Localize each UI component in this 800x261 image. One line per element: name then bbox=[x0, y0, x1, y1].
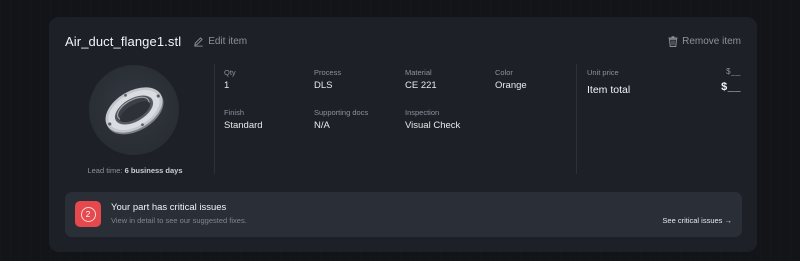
spec-label: Inspection bbox=[405, 108, 440, 117]
spec-supporting-docs: Supporting docs N/A bbox=[314, 108, 368, 131]
spec-label: Color bbox=[495, 68, 513, 77]
spec-inspection: Inspection Visual Check bbox=[405, 108, 460, 131]
part-thumbnail[interactable] bbox=[89, 65, 181, 157]
spec-process: Process DLS bbox=[314, 68, 341, 91]
remove-item-label: Remove item bbox=[682, 35, 741, 47]
spec-value: 1 bbox=[224, 80, 230, 91]
spec-label: Finish bbox=[224, 108, 245, 117]
item-total-label: Item total bbox=[587, 84, 631, 96]
spec-label: Supporting docs bbox=[314, 108, 369, 117]
divider-left bbox=[214, 64, 215, 174]
lead-time: Lead time: 6 business days bbox=[65, 166, 205, 175]
pencil-icon bbox=[194, 36, 203, 47]
spec-value: Orange bbox=[495, 80, 527, 91]
part-preview-image bbox=[105, 87, 164, 135]
see-critical-issues-link[interactable]: See critical issues → bbox=[662, 216, 732, 225]
card-header: Air_duct_flange1.stl Edit item Remove it… bbox=[65, 32, 741, 50]
divider-right bbox=[576, 64, 577, 174]
spec-label: Process bbox=[314, 68, 342, 77]
item-total-value: $__ bbox=[721, 81, 741, 93]
file-name: Air_duct_flange1.stl bbox=[65, 33, 182, 49]
spec-label: Qty bbox=[224, 68, 236, 77]
lead-time-prefix: Lead time: bbox=[87, 166, 123, 175]
critical-issues-banner: 2 Your part has critical issues View in … bbox=[65, 192, 742, 237]
issue-title: Your part has critical issues bbox=[111, 202, 227, 213]
spec-value: CE 221 bbox=[405, 80, 437, 91]
edit-item-button[interactable]: Edit item bbox=[193, 36, 247, 47]
cart-item-card: Air_duct_flange1.stl Edit item Remove it… bbox=[49, 17, 757, 252]
unit-price-label: Unit price bbox=[587, 68, 619, 77]
spec-material: Material CE 221 bbox=[405, 68, 437, 91]
spec-color: Color Orange bbox=[495, 68, 527, 91]
edit-item-label: Edit item bbox=[208, 35, 248, 47]
spec-value: DLS bbox=[314, 80, 333, 91]
spec-value: N/A bbox=[314, 120, 330, 131]
unit-price-value: $__ bbox=[726, 67, 741, 76]
remove-item-button[interactable]: Remove item bbox=[668, 36, 741, 47]
warning-count-icon: 2 bbox=[75, 201, 101, 227]
trash-icon bbox=[668, 35, 678, 47]
issue-count: 2 bbox=[80, 206, 96, 222]
issue-subtitle: View in detail to see our suggested fixe… bbox=[111, 216, 247, 225]
spec-qty: Qty 1 bbox=[224, 68, 236, 91]
lead-time-value: 6 business days bbox=[124, 166, 183, 175]
spec-label: Material bbox=[405, 68, 432, 77]
spec-finish: Finish Standard bbox=[224, 108, 263, 131]
spec-value: Visual Check bbox=[405, 120, 461, 131]
spec-value: Standard bbox=[224, 120, 263, 131]
